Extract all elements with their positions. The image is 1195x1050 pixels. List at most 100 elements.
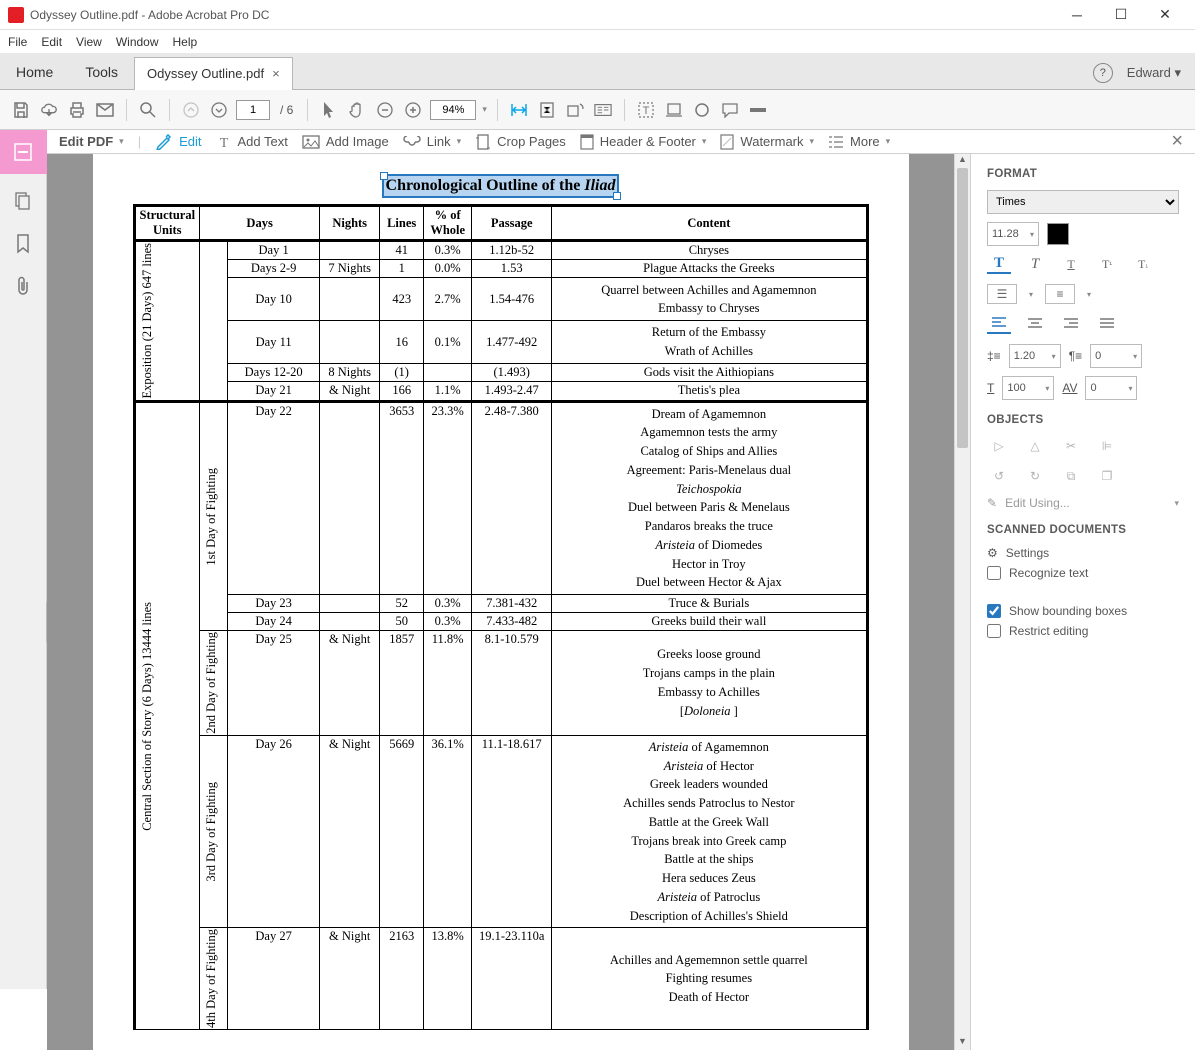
page-total: / 6 — [280, 103, 293, 117]
window-title: Odyssey Outline.pdf - Adobe Acrobat Pro … — [30, 8, 1055, 22]
settings-button[interactable]: ⚙Settings — [987, 546, 1179, 560]
tab-close-icon[interactable]: × — [272, 66, 280, 81]
fit-width-icon[interactable] — [508, 99, 530, 121]
menu-file[interactable]: File — [8, 35, 27, 49]
tab-home[interactable]: Home — [0, 56, 69, 89]
th-lines: Lines — [380, 206, 424, 241]
line-height-input[interactable]: 1.20 — [1009, 344, 1061, 368]
reading-mode-icon[interactable] — [592, 99, 614, 121]
more-dropdown[interactable]: More — [828, 134, 890, 149]
maximize-button[interactable]: ☐ — [1099, 0, 1143, 30]
email-icon[interactable] — [94, 99, 116, 121]
flip-h-icon[interactable]: ▷ — [987, 436, 1011, 456]
main-toolbar: / 6 ▾ T — [0, 90, 1195, 130]
align-obj-icon[interactable]: ⊫ — [1095, 436, 1119, 456]
char-spacing-input[interactable]: 0 — [1085, 376, 1137, 400]
menu-view[interactable]: View — [76, 35, 102, 49]
selection-tool-icon[interactable] — [318, 99, 340, 121]
bookmarks-icon[interactable] — [9, 230, 37, 258]
underline-icon[interactable]: T — [1059, 254, 1083, 274]
crop-obj-icon[interactable]: ✂ — [1059, 436, 1083, 456]
scroll-thumb[interactable] — [957, 168, 968, 448]
bold-icon[interactable]: T — [987, 254, 1011, 274]
search-icon[interactable] — [137, 99, 159, 121]
flip-v-icon[interactable]: △ — [1023, 436, 1047, 456]
menu-help[interactable]: Help — [173, 35, 198, 49]
h-scale-input[interactable]: 100 — [1002, 376, 1054, 400]
central-label: Central Section of Story (6 Days) 13444 … — [140, 602, 155, 831]
highlight-icon[interactable] — [663, 99, 685, 121]
edit-using-dropdown[interactable]: Edit Using... — [1005, 496, 1166, 510]
menu-window[interactable]: Window — [116, 35, 159, 49]
scroll-up-icon[interactable]: ▲ — [955, 154, 970, 168]
crop-button[interactable]: Crop Pages — [475, 133, 566, 151]
bullet-list-icon[interactable]: ☰ — [987, 284, 1017, 304]
edit-toolbar: Edit PDF | Edit TAdd Text Add Image Link… — [47, 130, 1195, 154]
print-icon[interactable] — [66, 99, 88, 121]
edit-pdf-dropdown[interactable]: Edit PDF — [59, 134, 124, 149]
text-edit-icon[interactable]: T — [635, 99, 657, 121]
show-bb-checkbox[interactable] — [987, 604, 1001, 618]
restrict-checkbox[interactable] — [987, 624, 1001, 638]
link-dropdown[interactable]: Link — [403, 134, 461, 149]
font-color-swatch[interactable] — [1047, 223, 1069, 245]
subscript-icon[interactable]: T₁ — [1131, 254, 1155, 274]
close-edit-icon[interactable]: × — [1171, 130, 1183, 153]
replace-icon[interactable]: ⧉ — [1059, 466, 1083, 486]
zoom-out-icon[interactable] — [374, 99, 396, 121]
minimize-button[interactable]: ─ — [1055, 0, 1099, 30]
document-view[interactable]: Chronological Outline of the Iliad Struc… — [47, 154, 954, 1050]
vertical-scrollbar[interactable]: ▲ ▼ — [954, 154, 970, 1050]
recognize-label: Recognize text — [1009, 566, 1088, 580]
rotate-ccw-icon[interactable]: ↺ — [987, 466, 1011, 486]
number-list-icon[interactable]: ≡ — [1045, 284, 1075, 304]
comment-icon[interactable] — [719, 99, 741, 121]
strikeout-icon[interactable] — [747, 99, 769, 121]
italic-icon[interactable]: T — [1023, 254, 1047, 274]
save-icon[interactable] — [10, 99, 32, 121]
fit-page-icon[interactable] — [536, 99, 558, 121]
tab-tools[interactable]: Tools — [69, 56, 134, 89]
attachments-icon[interactable] — [9, 272, 37, 300]
help-icon[interactable]: ? — [1093, 63, 1113, 83]
edit-pdf-tool-icon[interactable] — [0, 130, 47, 174]
close-button[interactable]: ✕ — [1143, 0, 1187, 30]
tabbar: Home Tools Odyssey Outline.pdf × ? Edwar… — [0, 54, 1195, 90]
user-menu[interactable]: Edward ▾ — [1127, 65, 1181, 81]
font-select[interactable]: Times — [987, 190, 1179, 214]
superscript-icon[interactable]: T¹ — [1095, 254, 1119, 274]
arrange-icon[interactable]: ❐ — [1095, 466, 1119, 486]
font-size-input[interactable]: 11.28 — [987, 222, 1039, 246]
pencil-icon: ✎ — [987, 496, 997, 510]
show-bb-label: Show bounding boxes — [1009, 604, 1127, 618]
page-number-input[interactable] — [236, 100, 270, 120]
char-spacing-icon: AV — [1062, 381, 1077, 395]
th-nights: Nights — [320, 206, 380, 241]
zoom-input[interactable] — [430, 100, 476, 120]
add-image-button[interactable]: Add Image — [302, 134, 389, 149]
rotate-icon[interactable] — [564, 99, 586, 121]
page-title[interactable]: Chronological Outline of the Iliad — [133, 174, 869, 198]
align-left-icon[interactable] — [987, 314, 1011, 334]
page-down-icon[interactable] — [208, 99, 230, 121]
menubar: File Edit View Window Help — [0, 30, 1195, 54]
align-right-icon[interactable] — [1059, 314, 1083, 334]
menu-edit[interactable]: Edit — [41, 35, 62, 49]
edit-button[interactable]: Edit — [155, 134, 201, 150]
page-up-icon[interactable] — [180, 99, 202, 121]
cloud-icon[interactable] — [38, 99, 60, 121]
watermark-dropdown[interactable]: Watermark — [720, 134, 814, 150]
add-text-button[interactable]: TAdd Text — [216, 134, 288, 150]
header-footer-dropdown[interactable]: Header & Footer — [580, 134, 707, 150]
align-justify-icon[interactable] — [1095, 314, 1119, 334]
para-spacing-input[interactable]: 0 — [1090, 344, 1142, 368]
rotate-cw-icon[interactable]: ↻ — [1023, 466, 1047, 486]
recognize-text-checkbox[interactable] — [987, 566, 1001, 580]
thumbnails-icon[interactable] — [9, 188, 37, 216]
tab-document[interactable]: Odyssey Outline.pdf × — [134, 57, 293, 90]
hand-tool-icon[interactable] — [346, 99, 368, 121]
zoom-in-icon[interactable] — [402, 99, 424, 121]
align-center-icon[interactable] — [1023, 314, 1047, 334]
stamp-icon[interactable] — [691, 99, 713, 121]
scroll-down-icon[interactable]: ▼ — [955, 1036, 970, 1050]
